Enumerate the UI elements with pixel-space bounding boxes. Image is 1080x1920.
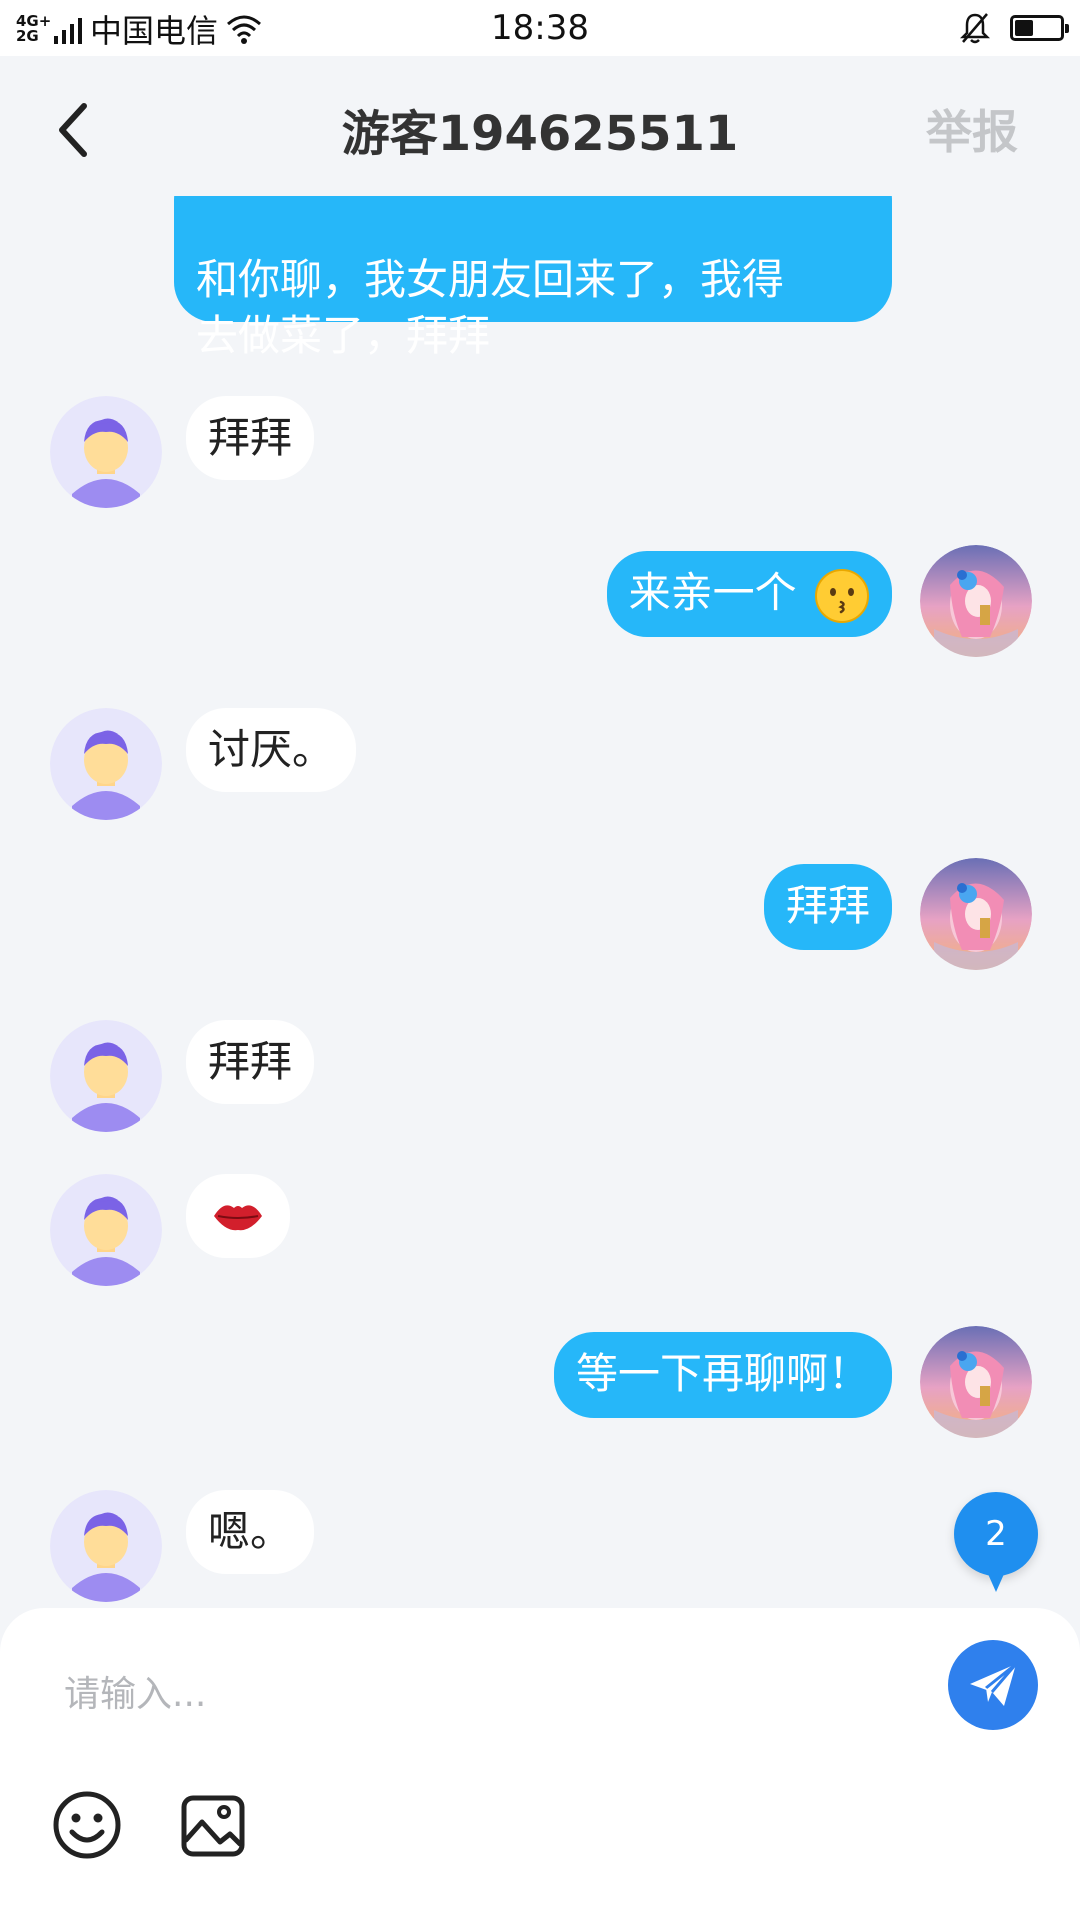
page-title: 游客194625511 [341, 106, 739, 162]
message-input[interactable] [40, 1648, 946, 1740]
message-bubble-incoming[interactable]: 拜拜 [186, 396, 315, 480]
contact-avatar[interactable] [50, 708, 162, 820]
my-avatar[interactable] [920, 545, 1032, 657]
message-row: 讨厌。 [0, 708, 1080, 820]
battery-icon [1010, 15, 1069, 41]
message-row: 拜拜 [0, 858, 1080, 976]
message-row: 等一下再聊啊！ [0, 1326, 1080, 1444]
message-text: 讨厌。 [208, 725, 335, 774]
message-row: 拜拜 [0, 1020, 1080, 1132]
kissing-face-emoji [815, 568, 869, 623]
emoji-button[interactable] [52, 1790, 122, 1860]
emoji-icon [53, 1791, 121, 1859]
contact-avatar[interactable] [50, 396, 162, 508]
chat-messages[interactable]: 和你聊，我女朋友回来了，我得 去做菜了，拜拜 拜拜 来亲一个 讨厌。 拜拜 拜拜… [0, 196, 1080, 1608]
message-bubble-outgoing[interactable]: 拜拜 [763, 864, 892, 950]
message-text: 拜拜 [785, 881, 870, 930]
message-bubble-outgoing[interactable]: 和你聊，我女朋友回来了，我得 去做菜了，拜拜 [174, 196, 892, 360]
message-text: 拜拜 [208, 413, 293, 462]
send-button[interactable] [948, 1640, 1038, 1730]
message-text: 等一下再聊啊！ [575, 1349, 870, 1398]
battery-level [1015, 20, 1033, 36]
message-text: 拜拜 [208, 1037, 293, 1086]
status-bar: 4G+ 2G 中国电信 18:38 [0, 0, 1080, 56]
contact-avatar[interactable] [50, 1174, 162, 1286]
message-bubble-incoming[interactable]: 嗯。 [186, 1490, 315, 1574]
message-bubble-incoming[interactable]: 讨厌。 [186, 708, 357, 792]
message-composer [0, 1608, 1080, 1920]
status-right [960, 12, 1069, 44]
unread-count: 2 [985, 1514, 1007, 1554]
image-icon [181, 1795, 245, 1857]
clock: 18:38 [491, 8, 589, 48]
my-avatar[interactable] [920, 1326, 1032, 1438]
message-bubble-incoming[interactable]: 拜拜 [186, 1020, 315, 1104]
message-row [0, 1174, 1080, 1286]
message-text: 嗯。 [208, 1507, 293, 1556]
message-row: 拜拜 [0, 396, 1080, 508]
report-button[interactable]: 举报 [926, 96, 1018, 162]
contact-avatar[interactable] [50, 1020, 162, 1132]
unread-count-badge[interactable]: 2 [954, 1492, 1038, 1592]
chat-header: 游客194625511 举报 [0, 56, 1080, 196]
send-icon [970, 1662, 1018, 1706]
message-bubble-outgoing[interactable]: 来亲一个 [606, 551, 892, 637]
message-row: 和你聊，我女朋友回来了，我得 去做菜了，拜拜 [0, 196, 1080, 360]
message-bubble-incoming[interactable] [186, 1174, 290, 1258]
message-text: 和你聊，我女朋友回来了，我得 去做菜了，拜拜 [196, 255, 785, 360]
contact-avatar[interactable] [50, 1490, 162, 1602]
lips-kiss-emoji [214, 1205, 262, 1231]
message-text: 来亲一个 [628, 568, 797, 617]
my-avatar[interactable] [920, 858, 1032, 970]
mute-bell-icon [960, 13, 990, 44]
message-bubble-outgoing[interactable]: 等一下再聊啊！ [553, 1332, 892, 1418]
image-button[interactable] [178, 1790, 248, 1860]
message-row: 嗯。 [0, 1490, 1080, 1602]
message-row: 来亲一个 [0, 545, 1080, 663]
